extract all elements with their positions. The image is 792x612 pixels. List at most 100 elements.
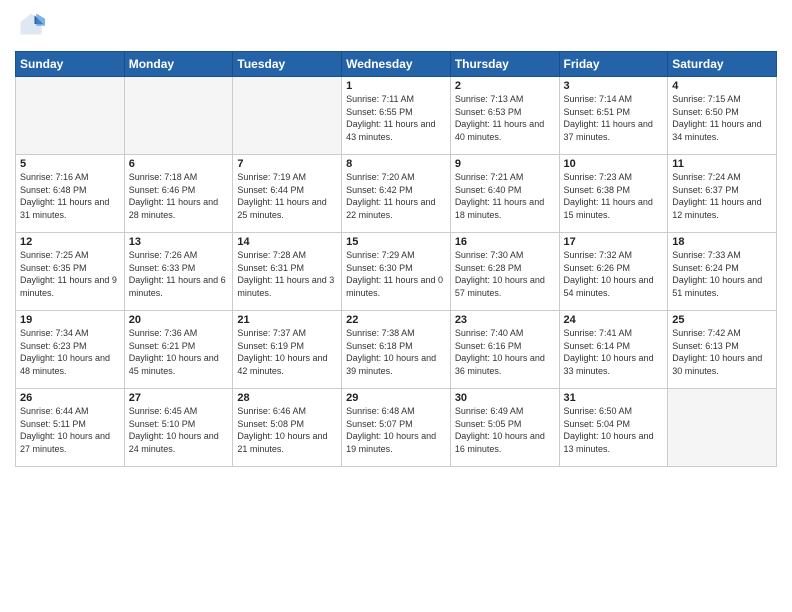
header-row: SundayMondayTuesdayWednesdayThursdayFrid… — [16, 52, 777, 77]
header — [15, 10, 777, 43]
day-number: 18 — [672, 236, 772, 248]
calendar-cell: 20Sunrise: 7:36 AM Sunset: 6:21 PM Dayli… — [124, 311, 233, 389]
day-number: 12 — [20, 236, 120, 248]
day-number: 6 — [129, 158, 229, 170]
calendar-cell — [124, 77, 233, 155]
calendar-cell: 6Sunrise: 7:18 AM Sunset: 6:46 PM Daylig… — [124, 155, 233, 233]
day-info: Sunrise: 7:40 AM Sunset: 6:16 PM Dayligh… — [455, 327, 555, 377]
page: SundayMondayTuesdayWednesdayThursdayFrid… — [0, 0, 792, 612]
day-info: Sunrise: 7:11 AM Sunset: 6:55 PM Dayligh… — [346, 93, 446, 143]
day-number: 4 — [672, 80, 772, 92]
day-info: Sunrise: 7:42 AM Sunset: 6:13 PM Dayligh… — [672, 327, 772, 377]
week-row-3: 12Sunrise: 7:25 AM Sunset: 6:35 PM Dayli… — [16, 233, 777, 311]
calendar-cell: 13Sunrise: 7:26 AM Sunset: 6:33 PM Dayli… — [124, 233, 233, 311]
header-cell-monday: Monday — [124, 52, 233, 77]
day-number: 31 — [564, 392, 664, 404]
day-number: 11 — [672, 158, 772, 170]
day-number: 23 — [455, 314, 555, 326]
day-number: 2 — [455, 80, 555, 92]
calendar-cell: 9Sunrise: 7:21 AM Sunset: 6:40 PM Daylig… — [450, 155, 559, 233]
header-cell-friday: Friday — [559, 52, 668, 77]
day-info: Sunrise: 7:29 AM Sunset: 6:30 PM Dayligh… — [346, 249, 446, 299]
day-info: Sunrise: 7:16 AM Sunset: 6:48 PM Dayligh… — [20, 171, 120, 221]
day-number: 17 — [564, 236, 664, 248]
calendar-cell: 11Sunrise: 7:24 AM Sunset: 6:37 PM Dayli… — [668, 155, 777, 233]
day-info: Sunrise: 6:46 AM Sunset: 5:08 PM Dayligh… — [237, 405, 337, 455]
day-info: Sunrise: 7:28 AM Sunset: 6:31 PM Dayligh… — [237, 249, 337, 299]
calendar-cell: 26Sunrise: 6:44 AM Sunset: 5:11 PM Dayli… — [16, 389, 125, 467]
header-cell-tuesday: Tuesday — [233, 52, 342, 77]
calendar-cell: 24Sunrise: 7:41 AM Sunset: 6:14 PM Dayli… — [559, 311, 668, 389]
day-number: 15 — [346, 236, 446, 248]
day-info: Sunrise: 7:41 AM Sunset: 6:14 PM Dayligh… — [564, 327, 664, 377]
day-number: 28 — [237, 392, 337, 404]
header-cell-thursday: Thursday — [450, 52, 559, 77]
day-info: Sunrise: 7:21 AM Sunset: 6:40 PM Dayligh… — [455, 171, 555, 221]
day-info: Sunrise: 7:36 AM Sunset: 6:21 PM Dayligh… — [129, 327, 229, 377]
day-number: 21 — [237, 314, 337, 326]
day-info: Sunrise: 6:48 AM Sunset: 5:07 PM Dayligh… — [346, 405, 446, 455]
calendar-table: SundayMondayTuesdayWednesdayThursdayFrid… — [15, 51, 777, 467]
day-number: 19 — [20, 314, 120, 326]
calendar-cell: 14Sunrise: 7:28 AM Sunset: 6:31 PM Dayli… — [233, 233, 342, 311]
calendar-cell: 10Sunrise: 7:23 AM Sunset: 6:38 PM Dayli… — [559, 155, 668, 233]
day-info: Sunrise: 6:44 AM Sunset: 5:11 PM Dayligh… — [20, 405, 120, 455]
week-row-5: 26Sunrise: 6:44 AM Sunset: 5:11 PM Dayli… — [16, 389, 777, 467]
calendar-cell: 21Sunrise: 7:37 AM Sunset: 6:19 PM Dayli… — [233, 311, 342, 389]
calendar-cell: 30Sunrise: 6:49 AM Sunset: 5:05 PM Dayli… — [450, 389, 559, 467]
calendar-cell — [668, 389, 777, 467]
week-row-1: 1Sunrise: 7:11 AM Sunset: 6:55 PM Daylig… — [16, 77, 777, 155]
calendar-cell — [16, 77, 125, 155]
day-number: 25 — [672, 314, 772, 326]
calendar-cell: 27Sunrise: 6:45 AM Sunset: 5:10 PM Dayli… — [124, 389, 233, 467]
day-number: 3 — [564, 80, 664, 92]
calendar-cell: 7Sunrise: 7:19 AM Sunset: 6:44 PM Daylig… — [233, 155, 342, 233]
day-info: Sunrise: 7:30 AM Sunset: 6:28 PM Dayligh… — [455, 249, 555, 299]
day-info: Sunrise: 7:19 AM Sunset: 6:44 PM Dayligh… — [237, 171, 337, 221]
day-info: Sunrise: 7:13 AM Sunset: 6:53 PM Dayligh… — [455, 93, 555, 143]
day-number: 8 — [346, 158, 446, 170]
calendar-cell: 16Sunrise: 7:30 AM Sunset: 6:28 PM Dayli… — [450, 233, 559, 311]
calendar-cell: 3Sunrise: 7:14 AM Sunset: 6:51 PM Daylig… — [559, 77, 668, 155]
day-info: Sunrise: 7:38 AM Sunset: 6:18 PM Dayligh… — [346, 327, 446, 377]
day-number: 20 — [129, 314, 229, 326]
calendar-cell: 18Sunrise: 7:33 AM Sunset: 6:24 PM Dayli… — [668, 233, 777, 311]
day-info: Sunrise: 7:14 AM Sunset: 6:51 PM Dayligh… — [564, 93, 664, 143]
logo-icon — [17, 10, 45, 38]
header-cell-saturday: Saturday — [668, 52, 777, 77]
calendar-cell: 22Sunrise: 7:38 AM Sunset: 6:18 PM Dayli… — [342, 311, 451, 389]
calendar-cell: 2Sunrise: 7:13 AM Sunset: 6:53 PM Daylig… — [450, 77, 559, 155]
logo — [15, 10, 45, 43]
day-info: Sunrise: 7:20 AM Sunset: 6:42 PM Dayligh… — [346, 171, 446, 221]
calendar-cell: 15Sunrise: 7:29 AM Sunset: 6:30 PM Dayli… — [342, 233, 451, 311]
day-number: 29 — [346, 392, 446, 404]
day-info: Sunrise: 7:18 AM Sunset: 6:46 PM Dayligh… — [129, 171, 229, 221]
day-number: 7 — [237, 158, 337, 170]
day-info: Sunrise: 7:26 AM Sunset: 6:33 PM Dayligh… — [129, 249, 229, 299]
calendar-cell: 25Sunrise: 7:42 AM Sunset: 6:13 PM Dayli… — [668, 311, 777, 389]
day-number: 30 — [455, 392, 555, 404]
calendar-cell: 29Sunrise: 6:48 AM Sunset: 5:07 PM Dayli… — [342, 389, 451, 467]
day-info: Sunrise: 7:33 AM Sunset: 6:24 PM Dayligh… — [672, 249, 772, 299]
day-number: 5 — [20, 158, 120, 170]
day-number: 26 — [20, 392, 120, 404]
day-info: Sunrise: 7:25 AM Sunset: 6:35 PM Dayligh… — [20, 249, 120, 299]
calendar-cell: 1Sunrise: 7:11 AM Sunset: 6:55 PM Daylig… — [342, 77, 451, 155]
calendar-cell: 8Sunrise: 7:20 AM Sunset: 6:42 PM Daylig… — [342, 155, 451, 233]
week-row-2: 5Sunrise: 7:16 AM Sunset: 6:48 PM Daylig… — [16, 155, 777, 233]
calendar-cell: 28Sunrise: 6:46 AM Sunset: 5:08 PM Dayli… — [233, 389, 342, 467]
day-info: Sunrise: 7:37 AM Sunset: 6:19 PM Dayligh… — [237, 327, 337, 377]
day-info: Sunrise: 7:34 AM Sunset: 6:23 PM Dayligh… — [20, 327, 120, 377]
calendar-cell: 12Sunrise: 7:25 AM Sunset: 6:35 PM Dayli… — [16, 233, 125, 311]
day-number: 10 — [564, 158, 664, 170]
day-number: 16 — [455, 236, 555, 248]
calendar-cell: 4Sunrise: 7:15 AM Sunset: 6:50 PM Daylig… — [668, 77, 777, 155]
header-cell-sunday: Sunday — [16, 52, 125, 77]
day-number: 22 — [346, 314, 446, 326]
header-cell-wednesday: Wednesday — [342, 52, 451, 77]
day-info: Sunrise: 6:50 AM Sunset: 5:04 PM Dayligh… — [564, 405, 664, 455]
day-info: Sunrise: 7:23 AM Sunset: 6:38 PM Dayligh… — [564, 171, 664, 221]
day-info: Sunrise: 7:24 AM Sunset: 6:37 PM Dayligh… — [672, 171, 772, 221]
week-row-4: 19Sunrise: 7:34 AM Sunset: 6:23 PM Dayli… — [16, 311, 777, 389]
day-number: 13 — [129, 236, 229, 248]
